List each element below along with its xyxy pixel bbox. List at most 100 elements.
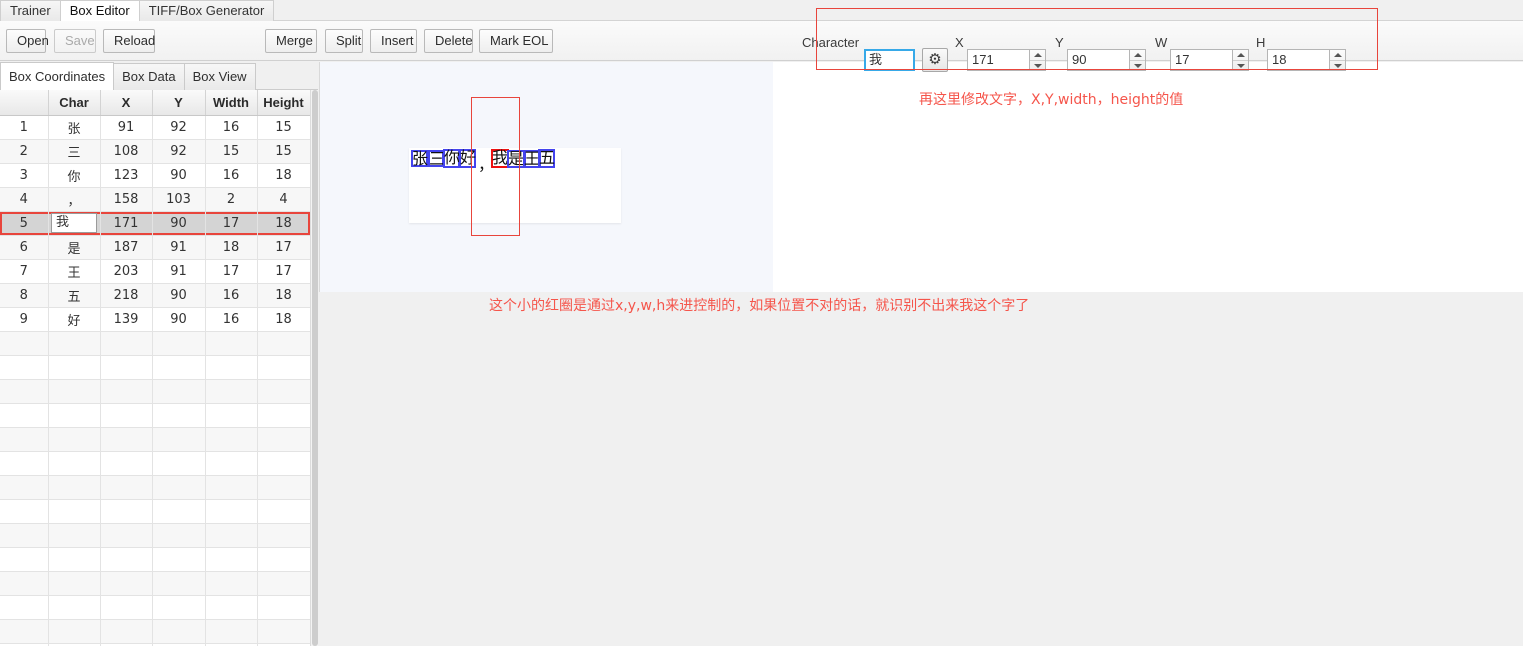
empty-cell[interactable] — [152, 475, 206, 500]
empty-cell[interactable] — [100, 355, 153, 380]
row-width-cell[interactable]: 15 — [205, 139, 258, 164]
empty-cell[interactable] — [48, 619, 101, 644]
row-height-cell[interactable]: 17 — [257, 235, 310, 260]
empty-cell[interactable] — [257, 427, 310, 452]
empty-cell[interactable] — [48, 523, 101, 548]
y-stepper-up[interactable] — [1130, 50, 1145, 60]
empty-cell[interactable] — [205, 331, 258, 356]
row-y-cell[interactable]: 90 — [152, 307, 206, 332]
row-index-cell[interactable]: 7 — [0, 259, 49, 284]
empty-cell[interactable] — [100, 571, 153, 596]
row-index-cell[interactable]: 1 — [0, 115, 49, 140]
empty-cell[interactable] — [0, 571, 49, 596]
subtab-box-view[interactable]: Box View — [183, 63, 256, 90]
empty-cell[interactable] — [257, 379, 310, 404]
table-row-empty[interactable] — [0, 595, 310, 620]
empty-cell[interactable] — [0, 403, 49, 428]
row-x-cell[interactable]: 218 — [100, 283, 153, 308]
empty-cell[interactable] — [100, 619, 153, 644]
empty-cell[interactable] — [152, 595, 206, 620]
row-char-cell[interactable]: 张 — [48, 115, 101, 140]
empty-cell[interactable] — [257, 403, 310, 428]
empty-cell[interactable] — [0, 475, 49, 500]
column-header-y[interactable]: Y — [152, 90, 206, 116]
empty-cell[interactable] — [152, 331, 206, 356]
table-row[interactable]: 3 你 123 90 16 18 — [0, 163, 310, 188]
table-row[interactable]: 4， 158 103 2 4 — [0, 187, 310, 212]
empty-cell[interactable] — [205, 595, 258, 620]
row-width-cell[interactable]: 17 — [205, 259, 258, 284]
row-x-cell[interactable]: 158 — [100, 187, 153, 212]
empty-cell[interactable] — [205, 619, 258, 644]
row-index-cell[interactable]: 9 — [0, 307, 49, 332]
empty-cell[interactable] — [100, 499, 153, 524]
row-height-cell[interactable]: 18 — [257, 307, 310, 332]
y-stepper-down[interactable] — [1130, 60, 1145, 70]
row-height-cell[interactable]: 18 — [257, 283, 310, 308]
empty-cell[interactable] — [152, 451, 206, 476]
row-index-cell[interactable]: 2 — [0, 139, 49, 164]
empty-cell[interactable] — [152, 619, 206, 644]
row-height-cell[interactable]: 4 — [257, 187, 310, 212]
row-char-cell[interactable]: ， — [48, 187, 101, 212]
w-input[interactable]: 17 — [1170, 49, 1233, 71]
table-row[interactable]: 8 五 218 90 16 18 — [0, 283, 310, 308]
subtab-box-coordinates[interactable]: Box Coordinates — [0, 62, 115, 90]
row-y-cell[interactable]: 92 — [152, 139, 206, 164]
empty-cell[interactable] — [100, 595, 153, 620]
column-header-char[interactable]: Char — [48, 90, 101, 116]
empty-cell[interactable] — [0, 595, 49, 620]
table-row-empty[interactable] — [0, 403, 310, 428]
table-row[interactable]: 6 是 187 91 18 17 — [0, 235, 310, 260]
table-row-empty[interactable] — [0, 355, 310, 380]
row-index-cell[interactable]: 6 — [0, 235, 49, 260]
table-row[interactable]: 1 张 91 92 16 15 — [0, 115, 310, 140]
empty-cell[interactable] — [257, 451, 310, 476]
row-char-cell[interactable]: 五 — [48, 283, 101, 308]
empty-cell[interactable] — [0, 331, 49, 356]
empty-cell[interactable] — [152, 499, 206, 524]
w-stepper-up[interactable] — [1233, 50, 1248, 60]
empty-cell[interactable] — [100, 331, 153, 356]
table-scrollbar-thumb[interactable] — [312, 90, 318, 646]
empty-cell[interactable] — [48, 547, 101, 572]
empty-cell[interactable] — [48, 427, 101, 452]
empty-cell[interactable] — [205, 427, 258, 452]
x-input[interactable]: 171 — [967, 49, 1030, 71]
row-x-cell[interactable]: 139 — [100, 307, 153, 332]
row-height-cell[interactable]: 17 — [257, 259, 310, 284]
empty-cell[interactable] — [100, 547, 153, 572]
table-row[interactable]: 2 三 108 92 15 15 — [0, 139, 310, 164]
row-width-cell[interactable]: 18 — [205, 235, 258, 260]
empty-cell[interactable] — [0, 355, 49, 380]
table-row-empty[interactable] — [0, 379, 310, 404]
row-char-cell[interactable]: 三 — [48, 139, 101, 164]
row-width-cell[interactable]: 16 — [205, 283, 258, 308]
empty-cell[interactable] — [205, 547, 258, 572]
character-input[interactable]: 我 — [864, 49, 915, 71]
empty-cell[interactable] — [257, 475, 310, 500]
empty-cell[interactable] — [205, 379, 258, 404]
empty-cell[interactable] — [152, 427, 206, 452]
empty-cell[interactable] — [152, 547, 206, 572]
empty-cell[interactable] — [48, 403, 101, 428]
table-row-empty[interactable] — [0, 427, 310, 452]
empty-cell[interactable] — [205, 355, 258, 380]
empty-cell[interactable] — [0, 619, 49, 644]
row-char-cell[interactable]: 王 — [48, 259, 101, 284]
x-stepper-up[interactable] — [1030, 50, 1045, 60]
empty-cell[interactable] — [0, 451, 49, 476]
w-stepper[interactable] — [1233, 49, 1249, 71]
empty-cell[interactable] — [0, 547, 49, 572]
row-index-cell[interactable]: 4 — [0, 187, 49, 212]
tab-trainer[interactable]: Trainer — [0, 0, 61, 21]
empty-cell[interactable] — [0, 379, 49, 404]
table-row[interactable]: 5 我 171 90 17 18 — [0, 211, 310, 236]
empty-cell[interactable] — [152, 379, 206, 404]
row-y-cell[interactable]: 92 — [152, 115, 206, 140]
empty-cell[interactable] — [152, 523, 206, 548]
table-row-empty[interactable] — [0, 499, 310, 524]
empty-cell[interactable] — [48, 355, 101, 380]
row-index-cell[interactable]: 5 — [0, 211, 49, 236]
empty-cell[interactable] — [48, 499, 101, 524]
